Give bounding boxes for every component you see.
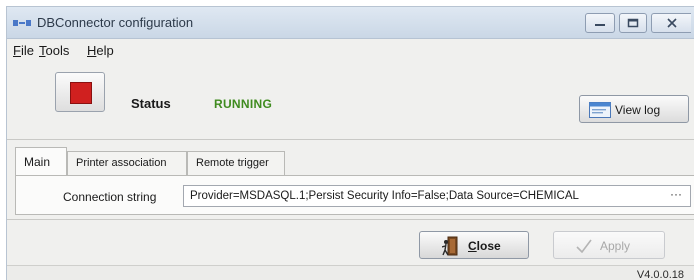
apply-button[interactable]: Apply bbox=[553, 231, 665, 259]
close-button[interactable]: Close bbox=[419, 231, 529, 259]
app-icon bbox=[13, 20, 31, 26]
dbconnector-window: DBConnector configuration File Tools Hel… bbox=[6, 6, 694, 280]
stop-icon bbox=[70, 82, 92, 104]
checkmark-icon bbox=[576, 239, 592, 253]
stop-service-button[interactable] bbox=[55, 72, 105, 112]
close-label: Close bbox=[468, 239, 501, 253]
minimize-icon bbox=[595, 24, 605, 26]
tab-label: Main bbox=[24, 155, 51, 169]
tab-main[interactable]: Main bbox=[15, 147, 67, 176]
window-title: DBConnector configuration bbox=[37, 15, 194, 30]
status-value: RUNNING bbox=[214, 97, 273, 111]
maximize-icon bbox=[627, 18, 639, 28]
menu-file[interactable]: File bbox=[13, 43, 34, 58]
apply-label: Apply bbox=[600, 239, 631, 253]
browse-connection-button[interactable]: ··· bbox=[663, 187, 689, 205]
divider bbox=[7, 219, 694, 220]
connection-string-value: Provider=MSDASQL.1;Persist Security Info… bbox=[190, 190, 579, 202]
title-bar[interactable]: DBConnector configuration bbox=[7, 7, 694, 39]
version-label: V4.0.0.18 bbox=[636, 269, 684, 280]
divider bbox=[7, 139, 694, 140]
connection-string-label: Connection string bbox=[63, 190, 157, 204]
log-window-icon bbox=[589, 102, 611, 118]
tab-label: Remote trigger bbox=[196, 157, 269, 169]
view-log-button[interactable]: View log bbox=[579, 95, 689, 123]
maximize-button[interactable] bbox=[619, 13, 647, 33]
menu-help[interactable]: Help bbox=[87, 43, 114, 58]
door-exit-icon bbox=[442, 236, 458, 256]
tab-printer-association[interactable]: Printer association bbox=[67, 151, 187, 175]
tab-label: Printer association bbox=[76, 157, 167, 169]
minimize-button[interactable] bbox=[585, 13, 615, 33]
menu-bar: File Tools Help bbox=[7, 39, 694, 63]
connection-string-field[interactable]: Provider=MSDASQL.1;Persist Security Info… bbox=[183, 185, 691, 207]
close-window-button[interactable] bbox=[651, 13, 691, 33]
status-label: Status bbox=[131, 96, 171, 111]
menu-tools[interactable]: Tools bbox=[39, 43, 69, 58]
close-icon bbox=[666, 18, 677, 28]
status-bar: V4.0.0.18 bbox=[7, 265, 694, 280]
view-log-label: View log bbox=[615, 103, 661, 117]
tab-remote-trigger[interactable]: Remote trigger bbox=[187, 151, 285, 175]
